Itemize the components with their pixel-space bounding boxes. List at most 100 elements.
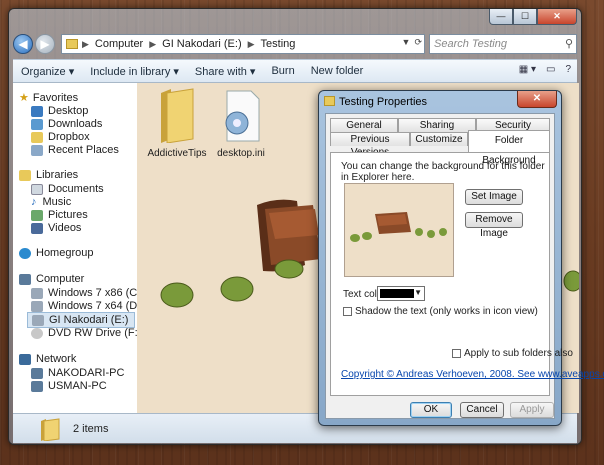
nav-network[interactable]: Network — [19, 353, 76, 365]
nav-music[interactable]: ♪ Music — [31, 196, 71, 208]
minimize-button[interactable]: — — [489, 9, 513, 25]
color-swatch — [380, 289, 414, 298]
search-input[interactable]: Search Testing ⚲ — [429, 34, 577, 54]
remove-image-button[interactable]: Remove Image — [465, 212, 523, 239]
maximize-button[interactable]: ☐ — [513, 9, 537, 25]
network-icon — [19, 353, 31, 365]
drive-icon — [31, 287, 43, 299]
folder-icon — [66, 39, 78, 49]
library-icon — [19, 169, 31, 181]
drive-icon — [32, 314, 44, 326]
item-count: 2 items — [73, 423, 109, 435]
properties-dialog: Testing Properties ✕ General Sharing Sec… — [318, 90, 604, 426]
address-row: ◀ ▶ ▶ Computer ▶ GI Nakodari (E:) ▶ Test… — [13, 33, 577, 55]
cancel-button[interactable]: Cancel — [460, 402, 504, 418]
include-in-library-button[interactable]: Include in library ▾ — [90, 65, 179, 78]
nav-homegroup[interactable]: Homegroup — [19, 247, 93, 259]
folder-icon — [324, 96, 335, 106]
tab-previous-versions[interactable]: Previous Versions — [330, 132, 410, 158]
close-button[interactable]: ✕ — [537, 9, 577, 25]
breadcrumb-drive[interactable]: GI Nakodari (E:) — [162, 38, 241, 50]
nav-downloads[interactable]: Downloads — [31, 118, 102, 130]
dialog-body: General Sharing Security Previous Versio… — [325, 113, 604, 419]
tab-sharing[interactable]: Sharing — [398, 118, 476, 132]
search-placeholder: Search Testing — [434, 38, 507, 50]
nav-drive-f[interactable]: DVD RW Drive (F:) — [31, 327, 137, 339]
nav-desktop[interactable]: Desktop — [31, 105, 88, 117]
nav-dropbox[interactable]: Dropbox — [31, 131, 90, 143]
dialog-title: Testing Properties — [339, 96, 428, 108]
background-preview — [344, 183, 454, 277]
text-color-picker[interactable]: ▼ — [377, 286, 425, 301]
share-with-button[interactable]: Share with ▾ — [195, 65, 256, 78]
nav-recent-places[interactable]: Recent Places — [31, 144, 119, 156]
file-name: desktop.ini — [217, 148, 265, 159]
folder-icon — [41, 418, 60, 441]
caption-buttons: — ☐ ✕ — [489, 9, 577, 25]
documents-icon — [31, 183, 43, 195]
drive-icon — [31, 300, 43, 312]
chevron-right-icon: ▶ — [149, 38, 157, 49]
folder-background-panel: You can change the background for this f… — [330, 152, 604, 396]
chevron-down-icon: ▼ — [414, 288, 422, 297]
nav-nakodari-pc[interactable]: NAKODARI-PC — [31, 367, 124, 379]
preview-image — [350, 212, 447, 242]
videos-icon — [31, 222, 43, 234]
downloads-icon — [31, 118, 43, 130]
tab-customize[interactable]: Customize — [410, 132, 468, 146]
breadcrumb-computer[interactable]: Computer — [95, 38, 143, 50]
nav-pictures[interactable]: Pictures — [31, 209, 88, 221]
nav-libraries[interactable]: Libraries — [19, 169, 78, 181]
settings-file-icon — [225, 90, 260, 142]
forward-button[interactable]: ▶ — [35, 34, 55, 54]
pictures-icon — [31, 209, 43, 221]
preview-pane-icon[interactable]: ▭ — [546, 64, 555, 75]
shadow-text-checkbox[interactable] — [343, 307, 352, 316]
tab-general[interactable]: General — [330, 118, 398, 132]
apply-sub-folders-label: Apply to sub folders also — [464, 348, 573, 359]
homegroup-icon — [19, 247, 31, 259]
help-icon[interactable]: ? — [565, 64, 571, 75]
shadow-text-label: Shadow the text (only works in icon view… — [355, 306, 538, 317]
set-image-button[interactable]: Set Image — [465, 189, 523, 205]
file-item-addictivetips[interactable]: AddictiveTips — [147, 87, 207, 159]
folder-icon — [161, 88, 194, 144]
view-options-icon[interactable]: ▦ ▾ — [519, 64, 536, 75]
command-bar: Organize ▾ Include in library ▾ Share wi… — [13, 59, 577, 83]
nav-documents[interactable]: Documents — [31, 183, 104, 195]
new-folder-button[interactable]: New folder — [311, 65, 364, 77]
nav-drive-c[interactable]: Windows 7 x86 (C:) — [31, 287, 137, 299]
nav-drive-d[interactable]: Windows 7 x64 (D:) — [31, 300, 137, 312]
back-button[interactable]: ◀ — [13, 34, 33, 54]
breadcrumb-testing[interactable]: Testing — [261, 38, 296, 50]
chevron-right-icon: ▶ — [82, 38, 89, 49]
organize-button[interactable]: Organize ▾ — [21, 65, 74, 78]
file-name: AddictiveTips — [147, 148, 207, 159]
computer-icon — [31, 380, 43, 392]
nav-computer[interactable]: Computer — [19, 273, 84, 285]
burn-button[interactable]: Burn — [271, 65, 294, 77]
computer-icon — [19, 273, 31, 285]
apply-sub-folders-checkbox[interactable] — [452, 349, 461, 358]
ok-button[interactable]: OK — [410, 402, 452, 418]
desktop-icon — [31, 105, 43, 117]
copyright-link[interactable]: Copyright © Andreas Verhoeven, 2008. See… — [341, 369, 604, 380]
apply-button[interactable]: Apply — [510, 402, 554, 418]
address-bar[interactable]: ▶ Computer ▶ GI Nakodari (E:) ▶ Testing … — [61, 34, 425, 54]
nav-usman-pc[interactable]: USMAN-PC — [31, 380, 107, 392]
dropbox-icon — [31, 131, 43, 143]
nav-drive-e-selected[interactable]: GI Nakodari (E:) — [27, 312, 135, 328]
nav-favorites[interactable]: ★ Favorites — [19, 91, 78, 105]
nav-videos[interactable]: Videos — [31, 222, 81, 234]
dvd-drive-icon — [31, 327, 43, 339]
tab-folder-background[interactable]: Folder Background — [468, 130, 550, 166]
refresh-icon[interactable]: ⟳ — [414, 37, 422, 48]
computer-icon — [31, 367, 43, 379]
dropdown-arrow-icon[interactable]: ▼ — [402, 37, 411, 48]
star-icon: ★ — [19, 92, 29, 104]
search-icon: ⚲ — [564, 38, 573, 50]
dialog-close-button[interactable]: ✕ — [517, 91, 557, 108]
file-item-desktop-ini[interactable]: desktop.ini — [213, 87, 269, 159]
music-icon: ♪ — [31, 196, 37, 208]
chevron-right-icon: ▶ — [247, 38, 255, 49]
